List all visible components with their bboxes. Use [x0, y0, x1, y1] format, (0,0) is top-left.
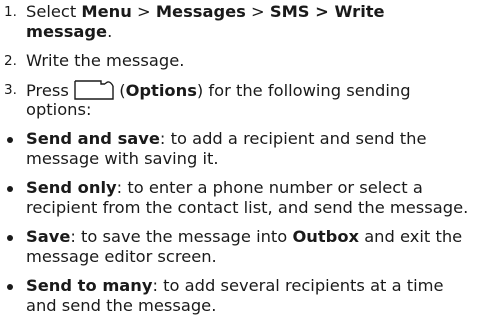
bullet-icon — [7, 235, 13, 241]
step-1-number: 1. — [4, 4, 17, 20]
option-save: Save: to save the message into Outbox an… — [26, 227, 463, 246]
manual-page: 1. Select Menu > Messages > SMS > Write … — [0, 0, 489, 315]
options-softkey-icon — [74, 80, 114, 100]
step-3-text-cont: options: — [26, 100, 92, 119]
option-save-cont: message editor screen. — [26, 247, 217, 266]
step-3-text: Press (Options) for the following sendin… — [26, 80, 411, 100]
option-send-to-many: Send to many: to add several recipients … — [26, 276, 444, 295]
bullet-icon — [7, 284, 13, 290]
step-2-number: 2. — [4, 53, 17, 69]
option-send-only-cont: recipient from the contact list, and sen… — [26, 198, 469, 217]
option-send-only: Send only: to enter a phone number or se… — [26, 178, 423, 197]
bullet-icon — [7, 137, 13, 143]
step-3-number: 3. — [4, 82, 17, 98]
bullet-icon — [7, 186, 13, 192]
option-send-and-save: Send and save: to add a recipient and se… — [26, 129, 427, 148]
step-2-text: Write the message. — [26, 51, 185, 70]
option-send-to-many-cont: and send the message. — [26, 296, 217, 315]
step-1-text-cont: message. — [26, 22, 113, 41]
option-send-and-save-cont: message with saving it. — [26, 149, 219, 168]
step-1-text: Select Menu > Messages > SMS > Write — [26, 2, 385, 21]
